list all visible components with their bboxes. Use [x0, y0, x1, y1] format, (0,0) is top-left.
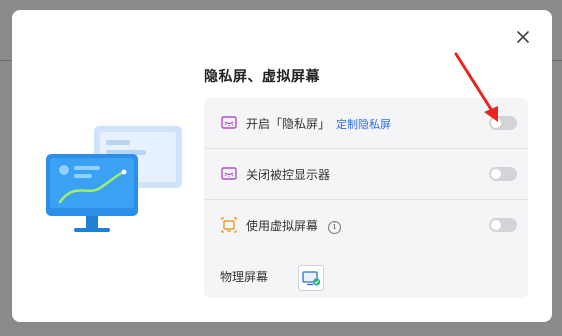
privacy-screen-icon [221, 116, 237, 129]
virtual-screen-icon [221, 217, 237, 233]
annotation-arrow-icon [454, 52, 498, 122]
customize-privacy-screen-link[interactable]: 定制隐私屏 [336, 118, 391, 131]
monitors-illustration [46, 126, 182, 232]
monitor-off-icon [221, 167, 237, 180]
toggle-knob [491, 169, 501, 179]
privacy-virtual-screen-dialog: 隐私屏、虚拟屏幕 开启「隐私屏」 定制隐私屏 关闭被控显示器 使用虚拟屏幕 i … [12, 10, 552, 322]
physical-screen-button[interactable] [298, 265, 324, 291]
turn-off-monitor-label: 关闭被控显示器 [246, 167, 331, 182]
info-icon[interactable]: i [328, 220, 342, 234]
turn-off-monitor-row: 关闭被控显示器 [204, 149, 528, 199]
physical-screen-label: 物理屏幕 [220, 270, 269, 284]
virtual-screen-row: 使用虚拟屏幕 i [204, 200, 528, 250]
virtual-screen-label: 使用虚拟屏幕 i [246, 217, 342, 234]
turn-off-monitor-toggle[interactable] [489, 167, 517, 181]
close-button[interactable] [512, 26, 534, 48]
dialog-title: 隐私屏、虚拟屏幕 [204, 69, 320, 85]
backdrop-divider [551, 60, 562, 61]
virtual-screen-toggle[interactable] [489, 218, 517, 232]
monitor-check-icon [302, 271, 321, 286]
close-icon [517, 31, 529, 43]
virtual-screen-text: 使用虚拟屏幕 [246, 218, 319, 233]
privacy-screen-text: 开启「隐私屏」 [246, 116, 331, 131]
backdrop-divider [0, 60, 12, 61]
toggle-knob [491, 220, 501, 230]
settings-panel: 开启「隐私屏」 定制隐私屏 关闭被控显示器 使用虚拟屏幕 i 物理屏幕 [204, 98, 528, 298]
privacy-screen-label: 开启「隐私屏」 定制隐私屏 [246, 115, 391, 132]
